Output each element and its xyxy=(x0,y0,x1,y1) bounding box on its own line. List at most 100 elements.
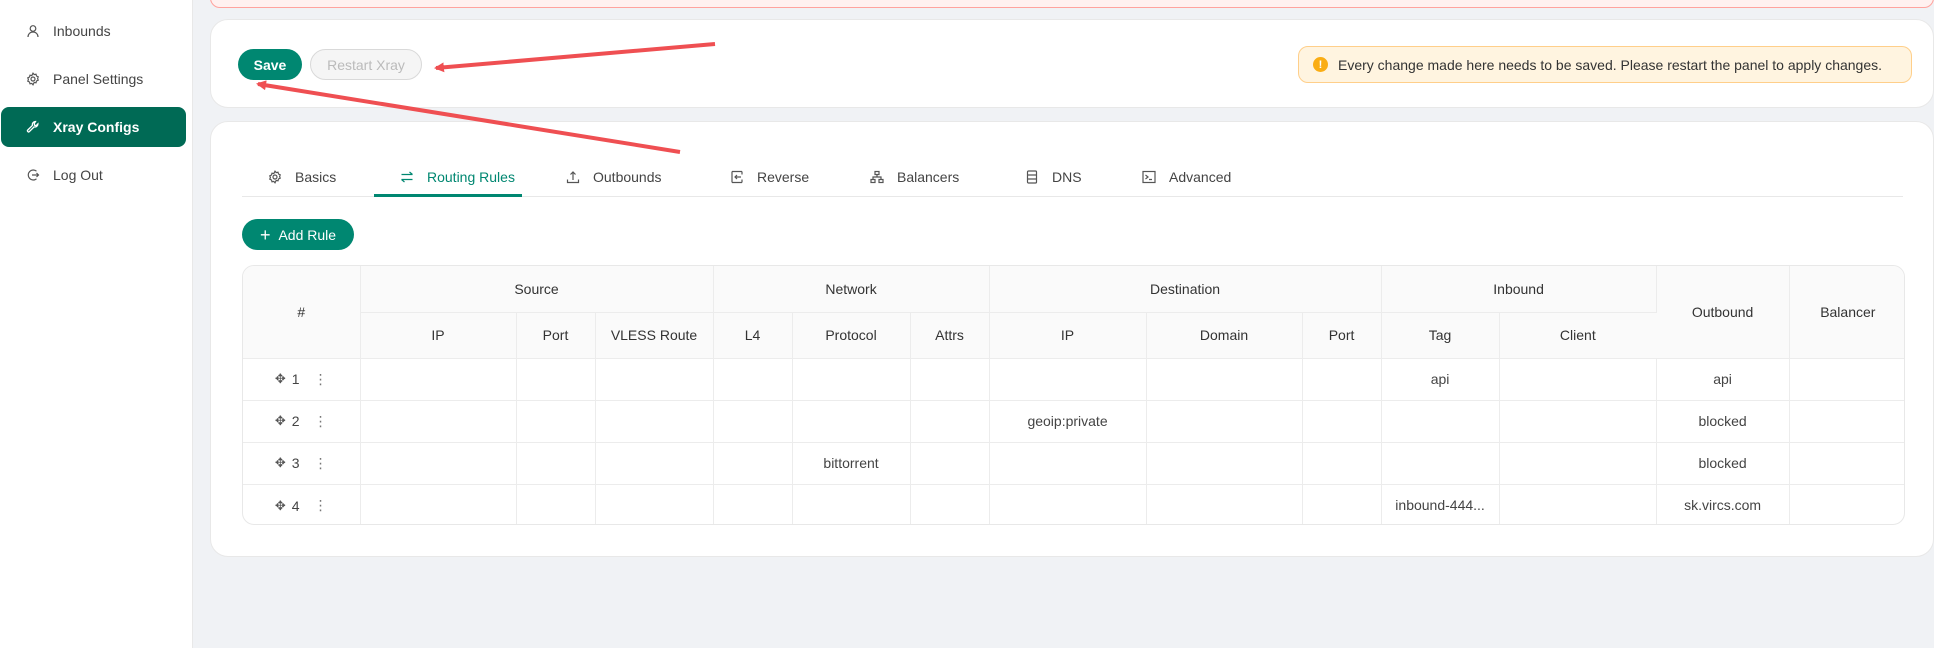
notice-text: Every change made here needs to be saved… xyxy=(1338,56,1883,73)
more-icon[interactable]: ⋮ xyxy=(314,371,328,388)
cell-dest-port xyxy=(1302,484,1382,524)
drag-handle-icon[interactable]: ✥ xyxy=(275,371,286,387)
sidebar-item-label: Xray Configs xyxy=(53,119,140,135)
cell-dest-port xyxy=(1302,358,1382,401)
table-row[interactable]: ✥ 4 ⋮ inbound-444... sk.vircs.com xyxy=(243,484,1904,524)
cell-balancer xyxy=(1789,400,1904,443)
cell-domain xyxy=(1146,358,1303,401)
sidebar-item-label: Panel Settings xyxy=(53,71,144,87)
import-icon xyxy=(730,170,744,184)
cell-source-ip xyxy=(360,484,517,524)
cell-client xyxy=(1499,400,1657,443)
sidebar-item-xray-configs[interactable]: Xray Configs xyxy=(1,107,186,147)
column-header-domain: Domain xyxy=(1146,312,1303,359)
column-group-inbound: Inbound xyxy=(1381,266,1657,313)
tab-label: Outbounds xyxy=(593,168,662,185)
save-button[interactable]: Save xyxy=(238,49,302,80)
tab-routing-rules[interactable]: Routing Rules xyxy=(400,156,515,197)
cell-balancer xyxy=(1789,358,1904,401)
cell-client xyxy=(1499,442,1657,485)
cluster-icon xyxy=(870,170,884,184)
cell-protocol xyxy=(792,484,911,524)
table-row[interactable]: ✥ 1 ⋮ api api xyxy=(243,358,1904,401)
toolbar-card: Save Restart Xray ! Every change made he… xyxy=(210,19,1934,108)
more-icon[interactable]: ⋮ xyxy=(314,455,328,472)
tab-balancers[interactable]: Balancers xyxy=(870,156,959,197)
add-rule-button[interactable]: + Add Rule xyxy=(242,219,354,250)
save-notice: ! Every change made here needs to be sav… xyxy=(1298,46,1912,83)
sidebar-item-log-out[interactable]: Log Out xyxy=(1,155,186,195)
cell-domain xyxy=(1146,484,1303,524)
upload-icon xyxy=(566,170,580,184)
cell-attrs xyxy=(910,442,990,485)
cell-source-ip xyxy=(360,400,517,443)
add-rule-label: Add Rule xyxy=(278,226,337,243)
plus-icon: + xyxy=(259,224,271,245)
more-icon[interactable]: ⋮ xyxy=(314,413,328,430)
row-index-cell: ✥ 2 ⋮ xyxy=(243,400,361,443)
cell-attrs xyxy=(910,358,990,401)
cell-source-ip xyxy=(360,358,517,401)
swap-icon xyxy=(400,170,414,184)
database-icon xyxy=(1025,169,1039,184)
row-index: 2 xyxy=(291,413,300,430)
cell-outbound: blocked xyxy=(1656,400,1790,443)
row-index-cell: ✥ 3 ⋮ xyxy=(243,442,361,485)
restart-xray-button[interactable]: Restart Xray xyxy=(310,49,422,80)
top-alert-strip xyxy=(210,0,1934,8)
cell-dest-ip: geoip:private xyxy=(989,400,1147,443)
cell-source-port xyxy=(516,442,596,485)
cell-l4 xyxy=(713,484,793,524)
tab-label: DNS xyxy=(1052,168,1082,185)
cell-protocol: bittorrent xyxy=(792,442,911,485)
column-group-source: Source xyxy=(360,266,714,313)
row-index-cell: ✥ 4 ⋮ xyxy=(243,484,361,524)
user-icon xyxy=(26,24,40,38)
cell-dest-ip xyxy=(989,358,1147,401)
cell-dest-port xyxy=(1302,442,1382,485)
cell-client xyxy=(1499,358,1657,401)
column-header-dest-port: Port xyxy=(1302,312,1382,359)
sidebar-item-label: Log Out xyxy=(53,167,103,183)
column-header-outbound: Outbound xyxy=(1656,266,1790,359)
cell-protocol xyxy=(792,400,911,443)
drag-handle-icon[interactable]: ✥ xyxy=(275,455,286,471)
cell-vless-route xyxy=(595,442,714,485)
cell-source-ip xyxy=(360,442,517,485)
more-icon[interactable]: ⋮ xyxy=(314,497,328,514)
tool-icon xyxy=(26,120,40,134)
cell-dest-ip xyxy=(989,442,1147,485)
cell-client xyxy=(1499,484,1657,524)
tab-dns[interactable]: DNS xyxy=(1025,156,1082,197)
tab-label: Reverse xyxy=(757,168,810,185)
drag-handle-icon[interactable]: ✥ xyxy=(275,498,286,514)
tab-advanced[interactable]: Advanced xyxy=(1142,156,1231,197)
cell-vless-route xyxy=(595,400,714,443)
cell-l4 xyxy=(713,442,793,485)
drag-handle-icon[interactable]: ✥ xyxy=(275,413,286,429)
tab-outbounds[interactable]: Outbounds xyxy=(566,156,662,197)
column-header-protocol: Protocol xyxy=(792,312,911,359)
cell-vless-route xyxy=(595,484,714,524)
cell-tag xyxy=(1381,400,1500,443)
tab-basics[interactable]: Basics xyxy=(268,156,336,197)
tab-label: Routing Rules xyxy=(427,168,515,185)
cell-outbound: api xyxy=(1656,358,1790,401)
tab-reverse[interactable]: Reverse xyxy=(730,156,809,197)
tab-bar: Basics Routing Rules Outbounds Reverse B… xyxy=(242,156,1903,197)
cell-dest-port xyxy=(1302,400,1382,443)
gear-icon xyxy=(268,169,282,184)
tab-label: Balancers xyxy=(897,168,960,185)
table-row[interactable]: ✥ 2 ⋮ geoip:private blocked xyxy=(243,400,1904,443)
sidebar-item-inbounds[interactable]: Inbounds xyxy=(1,11,186,51)
cell-source-port xyxy=(516,400,596,443)
cell-source-port xyxy=(516,358,596,401)
column-header-dest-ip: IP xyxy=(989,312,1147,359)
column-header-attrs: Attrs xyxy=(910,312,990,359)
cell-balancer xyxy=(1789,484,1904,524)
cell-attrs xyxy=(910,400,990,443)
cell-domain xyxy=(1146,400,1303,443)
table-row[interactable]: ✥ 3 ⋮ bittorrent blocked xyxy=(243,442,1904,485)
cell-domain xyxy=(1146,442,1303,485)
sidebar-item-panel-settings[interactable]: Panel Settings xyxy=(1,59,186,99)
